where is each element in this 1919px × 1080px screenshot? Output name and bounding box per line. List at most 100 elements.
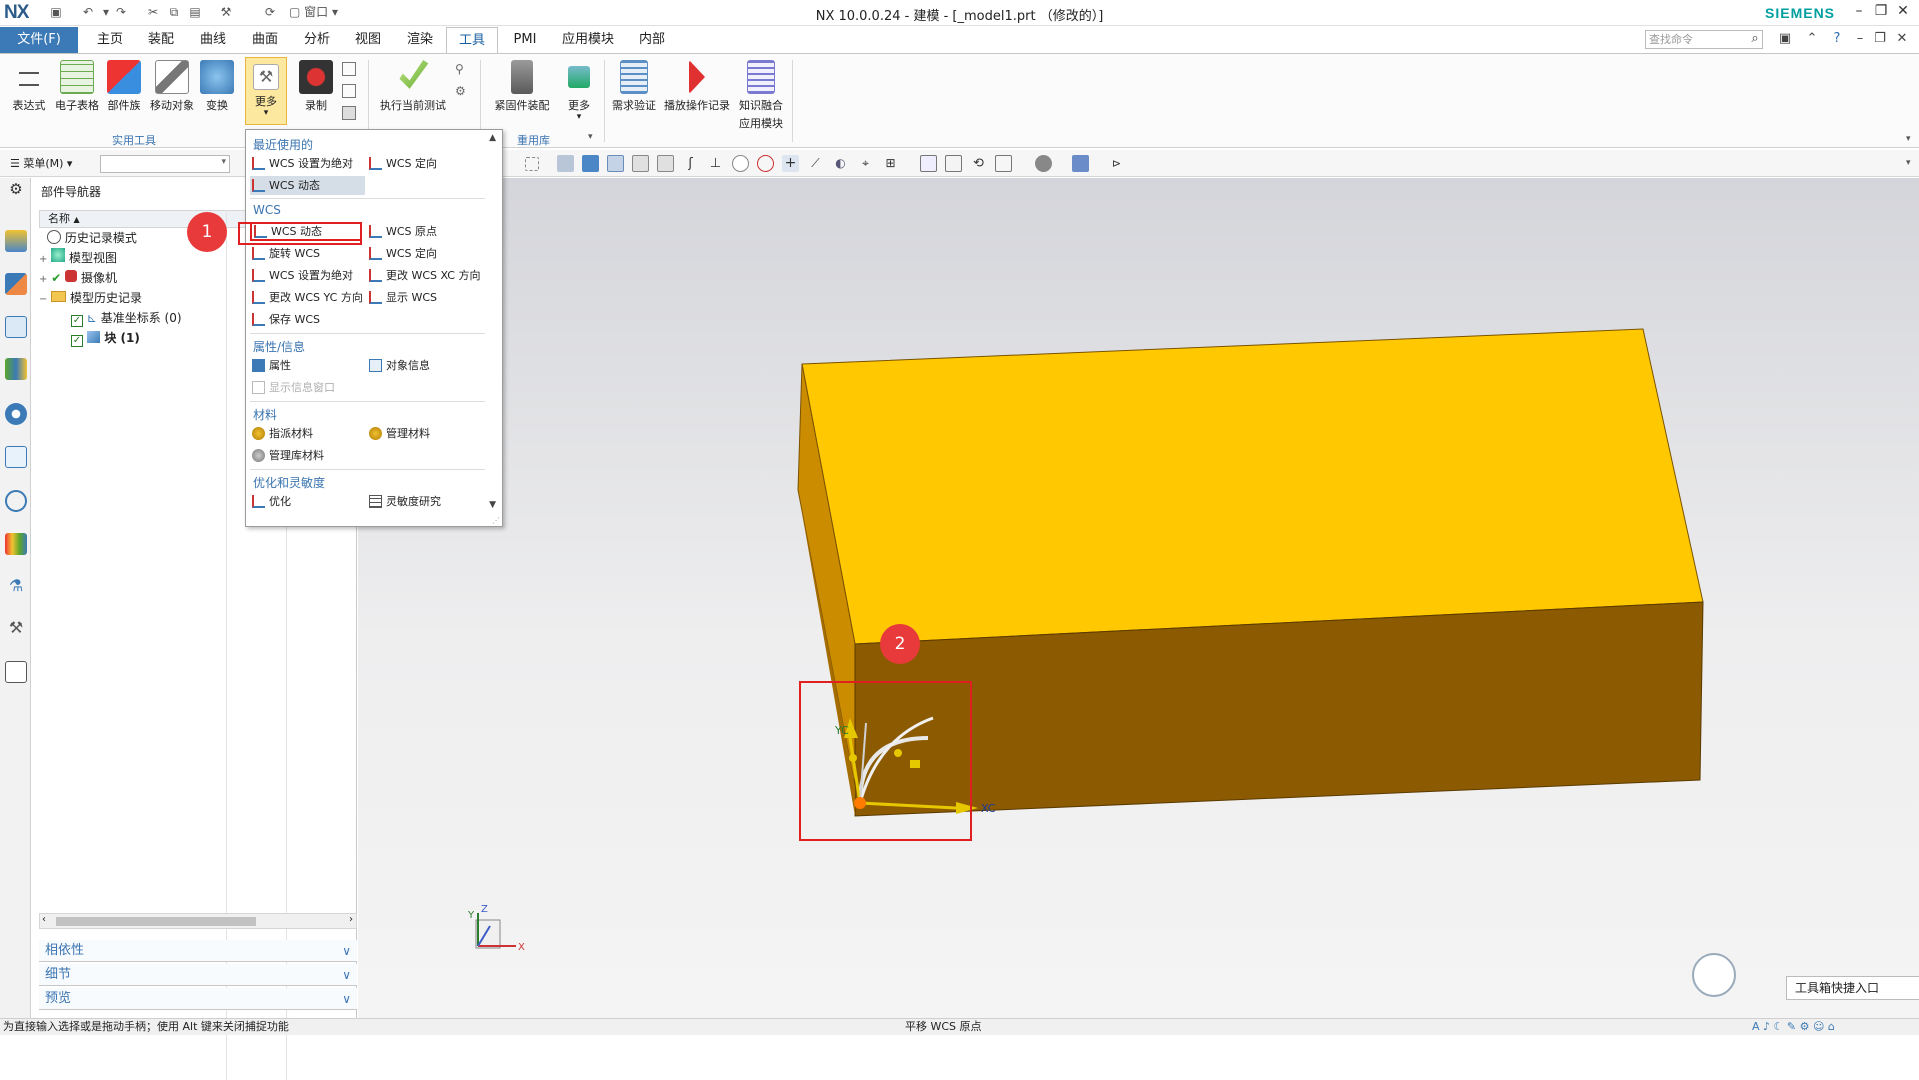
record-button[interactable]: 录制: [298, 60, 334, 113]
tab-pmi[interactable]: PMI: [503, 27, 547, 53]
center-point-icon[interactable]: [732, 155, 749, 172]
help-icon[interactable]: ?: [1828, 31, 1846, 49]
tree-row-datum-csys[interactable]: ✓ ⊾ 基准坐标系 (0): [71, 308, 182, 328]
toolbar-options-icon[interactable]: ▾: [1906, 158, 1911, 168]
manufacturing-wizard-icon[interactable]: ⚒: [5, 618, 27, 640]
move-object-button[interactable]: 移动对象: [146, 60, 198, 113]
grid-point-icon[interactable]: ⊞: [882, 155, 899, 172]
scroll-right-icon[interactable]: ›: [349, 914, 353, 925]
render-style-icon[interactable]: [920, 155, 937, 172]
select-rect-icon[interactable]: [525, 157, 539, 171]
transform-button[interactable]: 变换: [200, 60, 234, 113]
accordion-details[interactable]: 细节 ∨: [39, 964, 357, 986]
optimization-menu-item[interactable]: 优化: [250, 492, 291, 511]
role-icon[interactable]: [5, 661, 27, 683]
tree-row-model-history[interactable]: − 模型历史记录: [39, 288, 142, 308]
tree-row-camera[interactable]: + ✔ 摄像机: [39, 268, 117, 288]
constraint-navigator-icon[interactable]: [5, 273, 27, 295]
recent-wcs-set-absolute[interactable]: WCS 设置为绝对: [250, 154, 353, 173]
requirement-validation-button[interactable]: 需求验证: [608, 60, 660, 113]
run-current-test-button[interactable]: 执行当前测试: [376, 60, 450, 113]
graphics-window[interactable]: XC YC X Y Z 2 工具箱快捷入口✕: [358, 178, 1919, 1018]
assembly-navigator-icon[interactable]: [5, 230, 27, 252]
test-small-icon-1[interactable]: ⚲: [455, 62, 469, 76]
sensitivity-study-menu-item[interactable]: 灵敏度研究: [367, 492, 441, 511]
ime-toolbar-icon[interactable]: A ♪ ☾ ✎ ⚙ ☺ ⌂: [1752, 1019, 1835, 1035]
rotate-icon[interactable]: ⟲: [970, 155, 987, 172]
view-icon-2[interactable]: [582, 155, 599, 172]
ribbon-options-icon[interactable]: ▾: [1906, 134, 1911, 144]
origin-handle[interactable]: [854, 797, 866, 809]
resize-grip-icon[interactable]: ⋰: [492, 516, 500, 525]
history-icon[interactable]: [5, 490, 27, 512]
tab-analysis[interactable]: 分析: [295, 27, 339, 53]
tab-view[interactable]: 视图: [346, 27, 390, 53]
tree-row-model-views[interactable]: + 模型视图: [39, 248, 117, 268]
accordion-preview[interactable]: 预览 ∨: [39, 988, 357, 1010]
expression-button[interactable]: 表达式: [8, 60, 50, 113]
model-icon[interactable]: [1072, 155, 1089, 172]
tab-file[interactable]: 文件(F): [0, 27, 78, 53]
manage-library-material-menu-item[interactable]: 管理库材料: [250, 446, 324, 465]
part-family-button[interactable]: 部件族: [104, 60, 144, 113]
reuse-library-icon[interactable]: [5, 358, 27, 380]
visualization-icon[interactable]: [5, 533, 27, 555]
doc-restore-icon[interactable]: ❐: [1871, 31, 1889, 49]
assign-material-menu-item[interactable]: 指派材料: [250, 424, 313, 443]
view-layout-icon[interactable]: [995, 155, 1012, 172]
tree-row-history-mode[interactable]: 历史记录模式: [47, 228, 137, 248]
display-wcs-menu-item[interactable]: 显示 WCS: [367, 288, 437, 307]
tab-home[interactable]: 主页: [88, 27, 132, 53]
rotation-handle[interactable]: [894, 749, 902, 757]
group-expand-icon[interactable]: ▾: [588, 132, 593, 142]
tab-surface[interactable]: 曲面: [243, 27, 287, 53]
navigator-scrollbar[interactable]: ‹ ›: [39, 913, 357, 929]
object-info-menu-item[interactable]: 对象信息: [367, 356, 430, 375]
block-top-face[interactable]: [801, 328, 1704, 645]
tab-curve[interactable]: 曲线: [191, 27, 235, 53]
playback-record-button[interactable]: 播放操作记录: [662, 60, 732, 113]
line-point-icon[interactable]: ⟋: [807, 155, 824, 172]
hd3d-tools-icon[interactable]: [5, 403, 27, 425]
rotation-handle[interactable]: [849, 754, 857, 762]
window-layout-icon[interactable]: ▣: [1776, 31, 1794, 49]
process-studio-icon[interactable]: ⚗: [5, 576, 27, 598]
doc-close-icon[interactable]: ✕: [1893, 31, 1911, 49]
tree-row-block[interactable]: ✓ 块 (1): [71, 328, 140, 348]
wcs-origin-menu-item[interactable]: WCS 原点: [367, 222, 437, 241]
recent-wcs-dynamic[interactable]: WCS 动态: [250, 176, 365, 195]
wcs-set-absolute-menu-item[interactable]: WCS 设置为绝对: [250, 266, 353, 285]
tab-application[interactable]: 应用模块: [556, 27, 620, 53]
menu-button[interactable]: ☰ 菜单(M) ▾: [10, 155, 72, 172]
macro-small-icon-2[interactable]: [342, 84, 356, 98]
rotate-wcs-menu-item[interactable]: 旋转 WCS: [250, 244, 320, 263]
doc-minimize-icon[interactable]: –: [1851, 31, 1869, 49]
manage-material-menu-item[interactable]: 管理材料: [367, 424, 430, 443]
spreadsheet-button[interactable]: 电子表格: [52, 60, 102, 113]
tab-internal[interactable]: 内部: [630, 27, 674, 53]
close-icon[interactable]: ✕: [1893, 3, 1913, 23]
intersection-icon[interactable]: +: [782, 155, 799, 172]
knowledge-fusion-button[interactable]: 知识融合 应用模块: [734, 60, 788, 131]
scroll-left-icon[interactable]: ‹: [42, 914, 46, 925]
macro-small-icon-1[interactable]: [342, 62, 356, 76]
view-icon-1[interactable]: [557, 155, 574, 172]
checkbox-checked-icon[interactable]: ✓: [71, 315, 83, 327]
more-button-utility[interactable]: ⚒ 更多 ▾: [245, 57, 287, 125]
tab-assembly[interactable]: 装配: [139, 27, 183, 53]
settings-gear-icon[interactable]: ⚙: [5, 180, 27, 202]
test-small-icon-2[interactable]: ⚙: [455, 84, 469, 98]
minimize-icon[interactable]: –: [1849, 3, 1869, 23]
web-browser-icon[interactable]: [5, 446, 27, 468]
change-xc-menu-item[interactable]: 更改 WCS XC 方向: [367, 266, 480, 285]
scroll-down-icon[interactable]: ▼: [489, 500, 496, 510]
save-wcs-menu-item[interactable]: 保存 WCS: [250, 310, 320, 329]
fastener-assembly-button[interactable]: 紧固件装配: [488, 60, 556, 113]
tab-tools[interactable]: 工具: [446, 27, 498, 53]
snap-icon-2[interactable]: [632, 155, 649, 172]
curve-icon[interactable]: ʃ: [682, 155, 699, 172]
wcs-orient-menu-item[interactable]: WCS 定向: [367, 244, 437, 263]
checkbox-checked-icon[interactable]: ✓: [71, 335, 83, 347]
part-navigator-icon[interactable]: [5, 316, 27, 338]
shaded-icon[interactable]: [1035, 155, 1052, 172]
